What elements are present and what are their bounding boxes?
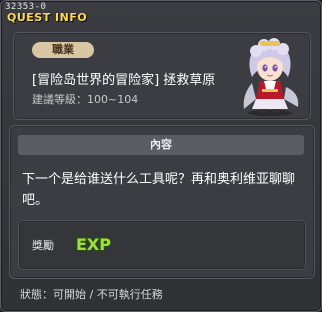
npc-portrait-icon (243, 38, 299, 116)
quest-content-panel: 內容 下一个是给谁送什么工具呢？再和奥利维亚聊聊吧。 獎勵 EXP (9, 125, 315, 279)
quest-name: [冒险岛世界的冒险家] 拯救草原 (32, 73, 216, 88)
quest-description: 下一个是给谁送什么工具呢？再和奥利维亚聊聊吧。 (22, 172, 296, 208)
quest-summary-panel: 職業 [冒险岛世界的冒险家] 拯救草原 建議等級：100~104 (13, 32, 311, 120)
exp-reward-icon: EXP (75, 234, 111, 254)
quest-info-window: 32353-0 QUEST INFO 職業 [冒险岛世界的冒险家] 拯救草原 建… (0, 0, 322, 312)
content-header: 內容 (18, 135, 304, 155)
recommended-level: 建議等級：100~104 (32, 93, 139, 106)
exp-text: EXP (76, 235, 111, 254)
job-badge: 職業 (32, 42, 94, 58)
reward-label: 獎勵 (32, 239, 54, 252)
quest-status: 狀態：可開始 / 不可執行任務 (20, 288, 163, 301)
window-title: QUEST INFO (7, 11, 88, 24)
reward-box: 獎勵 EXP (18, 220, 306, 270)
